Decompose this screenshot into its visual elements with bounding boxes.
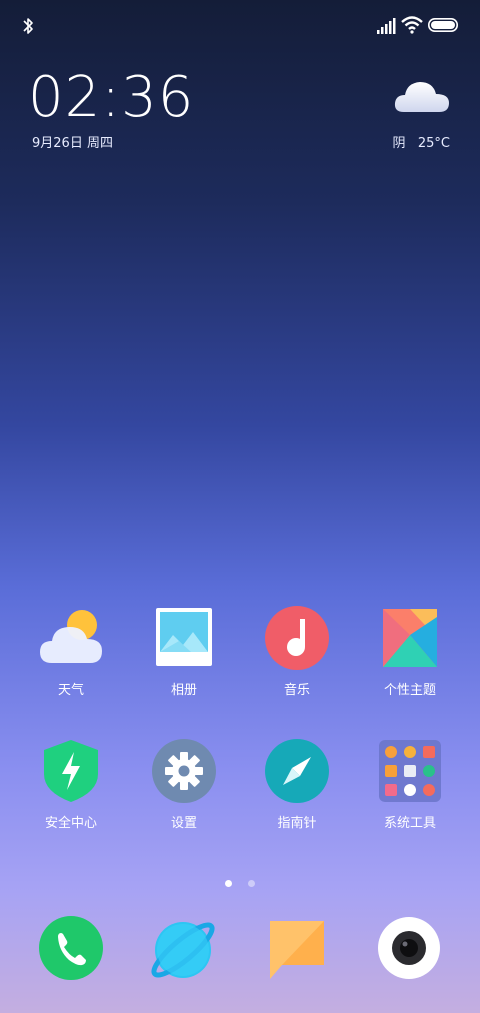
themes-icon <box>383 609 437 667</box>
signal-icon <box>377 18 396 34</box>
app-label-security: 安全中心 <box>44 816 97 831</box>
security-icon <box>44 740 98 802</box>
app-security[interactable]: 安全中心 <box>21 738 121 831</box>
settings-icon <box>152 739 216 803</box>
app-label-system-tools: 系统工具 <box>383 816 436 831</box>
app-label-compass: 指南针 <box>277 816 317 831</box>
music-icon <box>265 606 329 670</box>
clock-date: 9月26日 周四 <box>32 136 113 151</box>
weather-app-icon <box>40 610 102 663</box>
phone-icon[interactable] <box>36 913 106 983</box>
page-indicator[interactable] <box>0 872 480 891</box>
browser-icon[interactable] <box>148 913 218 983</box>
messages-icon[interactable] <box>262 913 332 983</box>
bluetooth-icon <box>23 18 33 34</box>
app-label-settings: 设置 <box>170 816 197 831</box>
cloud-icon[interactable] <box>392 74 452 116</box>
weather-temperature: 25°C <box>417 136 450 151</box>
app-themes[interactable]: 个性主题 <box>360 605 460 698</box>
clock-time[interactable]: 02:36 <box>28 68 194 128</box>
app-music[interactable]: 音乐 <box>247 605 347 698</box>
app-gallery[interactable]: 相册 <box>134 605 234 698</box>
folder-icon <box>379 740 441 802</box>
status-bar <box>0 0 480 50</box>
camera-icon[interactable] <box>374 913 444 983</box>
page-dot-1[interactable] <box>225 880 233 887</box>
weather-condition: 阴 <box>392 136 406 151</box>
app-compass[interactable]: 指南针 <box>247 738 347 831</box>
page-dot-2[interactable] <box>247 880 255 887</box>
app-label-themes: 个性主题 <box>383 683 436 698</box>
compass-icon <box>265 739 329 803</box>
app-system-tools-folder[interactable]: 系统工具 <box>360 738 460 831</box>
app-weather[interactable]: 天气 <box>21 605 121 698</box>
wifi-icon <box>401 16 423 34</box>
gallery-icon <box>156 608 212 666</box>
app-label-weather: 天气 <box>57 683 84 698</box>
app-label-music: 音乐 <box>283 683 310 698</box>
weather-info: 阴 25°C <box>392 132 450 151</box>
battery-icon <box>428 18 458 32</box>
app-settings[interactable]: 设置 <box>134 738 234 831</box>
app-label-gallery: 相册 <box>170 683 197 698</box>
